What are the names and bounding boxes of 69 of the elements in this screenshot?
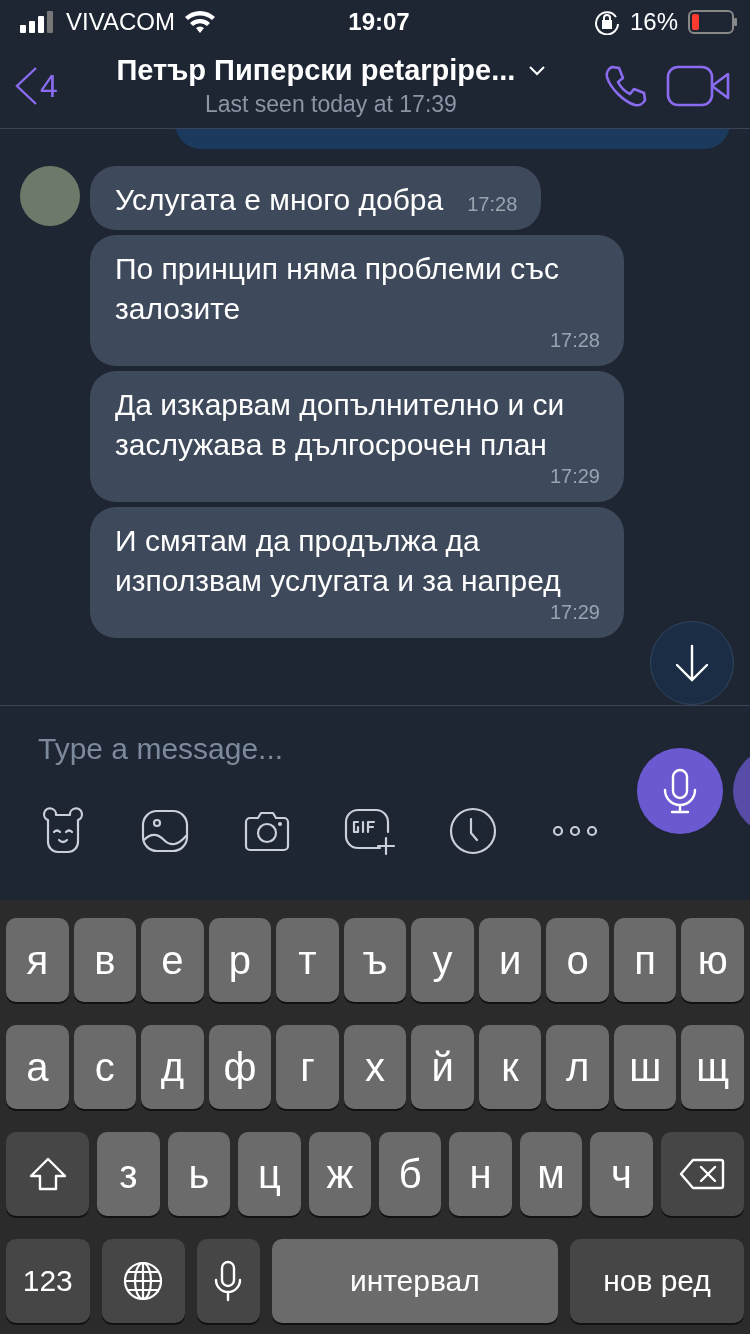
letter-key[interactable]: я bbox=[6, 918, 69, 1002]
letter-key[interactable]: р bbox=[208, 918, 272, 1002]
message-time: 17:29 bbox=[549, 601, 600, 625]
rotation-lock-icon bbox=[593, 9, 620, 35]
letter-key[interactable]: ч bbox=[590, 1132, 653, 1216]
shift-icon bbox=[27, 1156, 68, 1192]
message-time: 17:28 bbox=[467, 193, 518, 217]
globe-icon bbox=[122, 1260, 165, 1302]
letter-key[interactable]: о bbox=[546, 918, 609, 1002]
letter-key[interactable]: п bbox=[613, 918, 677, 1002]
return-key[interactable]: нов ред bbox=[570, 1239, 744, 1323]
letter-key[interactable]: й bbox=[411, 1025, 474, 1109]
letter-key[interactable]: а bbox=[6, 1025, 69, 1109]
letter-key[interactable]: у bbox=[411, 918, 474, 1002]
space-key[interactable]: интервал bbox=[271, 1239, 558, 1323]
letter-key[interactable]: х bbox=[343, 1025, 407, 1109]
wifi-icon bbox=[184, 11, 215, 33]
backspace-key[interactable] bbox=[660, 1132, 744, 1216]
arrow-down-icon bbox=[675, 644, 709, 682]
letter-key[interactable]: ъ bbox=[343, 918, 407, 1002]
message-text: И смятам да продължа да използвам услугата и за напред bbox=[115, 523, 562, 599]
letter-key[interactable]: ц bbox=[238, 1132, 301, 1216]
dictation-key[interactable] bbox=[197, 1239, 260, 1323]
letter-key[interactable]: е bbox=[141, 918, 204, 1002]
letter-key[interactable]: ю bbox=[681, 918, 744, 1002]
phone-icon[interactable] bbox=[604, 64, 648, 108]
letter-key[interactable]: м bbox=[519, 1132, 583, 1216]
letter-key[interactable]: и bbox=[478, 918, 542, 1002]
microphone-icon bbox=[214, 1260, 243, 1302]
message-text: Да изкарвам допълнително и си заслужава в дългосрочен план bbox=[115, 387, 566, 463]
letter-key[interactable]: г bbox=[276, 1025, 339, 1109]
letter-key[interactable]: ф bbox=[208, 1025, 272, 1109]
contact-name[interactable]: Петър Пиперски petarpipe... bbox=[116, 54, 516, 87]
letter-key[interactable]: з bbox=[97, 1132, 160, 1216]
letter-key[interactable]: с bbox=[73, 1025, 137, 1109]
message-time: 17:28 bbox=[549, 329, 600, 353]
backspace-icon bbox=[679, 1158, 726, 1190]
battery-percent: 16% bbox=[629, 8, 678, 36]
clock-icon[interactable] bbox=[448, 806, 498, 856]
letter-key[interactable]: т bbox=[276, 918, 339, 1002]
last-seen-status: Last seen today at 17:39 bbox=[204, 91, 457, 118]
letter-key[interactable]: д bbox=[141, 1025, 204, 1109]
message-text: По принцип няма проблеми със залозите bbox=[115, 251, 560, 327]
letter-key[interactable]: к bbox=[478, 1025, 542, 1109]
message-text: Услугата е много добра bbox=[115, 182, 444, 218]
battery-icon bbox=[688, 10, 738, 34]
letter-key[interactable]: ь bbox=[167, 1132, 231, 1216]
back-button[interactable]: 4 bbox=[14, 66, 58, 106]
message-input[interactable]: Type a message... bbox=[38, 732, 598, 766]
letter-key[interactable]: ш bbox=[613, 1025, 677, 1109]
numbers-key[interactable]: 123 bbox=[6, 1239, 90, 1323]
message-time: 17:29 bbox=[549, 465, 600, 489]
letter-key[interactable]: б bbox=[379, 1132, 442, 1216]
letter-key[interactable]: ж bbox=[308, 1132, 371, 1216]
chevron-down-icon[interactable] bbox=[529, 65, 546, 76]
clock-time: 19:07 bbox=[348, 8, 410, 36]
video-camera-icon[interactable] bbox=[666, 64, 730, 108]
letter-key[interactable]: щ bbox=[681, 1025, 744, 1109]
letter-key[interactable]: л bbox=[546, 1025, 609, 1109]
chevron-left-icon bbox=[14, 66, 38, 106]
avatar-photo-placeholder bbox=[20, 166, 80, 226]
letter-key[interactable]: н bbox=[449, 1132, 512, 1216]
signal-icon bbox=[20, 11, 56, 33]
microphone-icon bbox=[662, 768, 698, 814]
carrier-name: VIVACOM bbox=[66, 8, 175, 36]
letter-key[interactable]: в bbox=[73, 918, 137, 1002]
globe-key[interactable] bbox=[101, 1239, 186, 1323]
gif-icon[interactable] bbox=[344, 806, 396, 856]
shift-key[interactable] bbox=[6, 1132, 90, 1216]
